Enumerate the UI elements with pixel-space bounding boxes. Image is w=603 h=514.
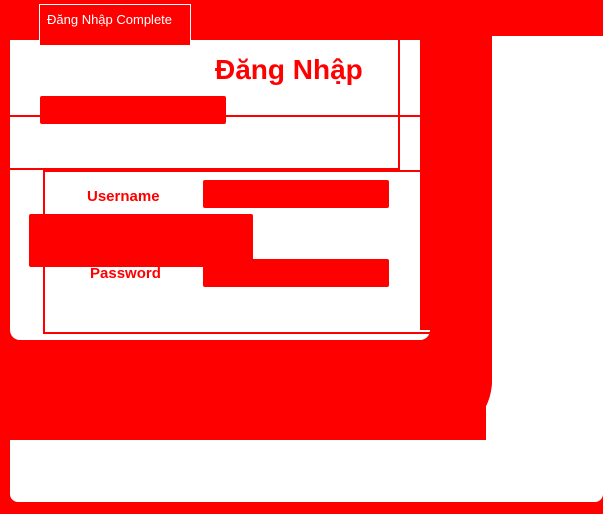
selection-highlight xyxy=(40,96,226,124)
bottom-canvas xyxy=(10,440,595,502)
page-title: Đăng Nhập xyxy=(215,54,363,85)
username-field[interactable] xyxy=(203,180,389,208)
app-window: Đăng Nhập Complete Đăng Nhập Username Pa… xyxy=(0,0,603,514)
password-field[interactable] xyxy=(203,259,389,287)
title-bar[interactable]: Đăng Nhập Complete xyxy=(0,0,430,46)
password-label: Password xyxy=(90,265,161,282)
username-label: Username xyxy=(87,188,160,205)
decorative-overlay-bottom xyxy=(0,340,492,440)
window-title: Đăng Nhập Complete xyxy=(47,12,173,27)
right-canvas xyxy=(486,36,603,502)
